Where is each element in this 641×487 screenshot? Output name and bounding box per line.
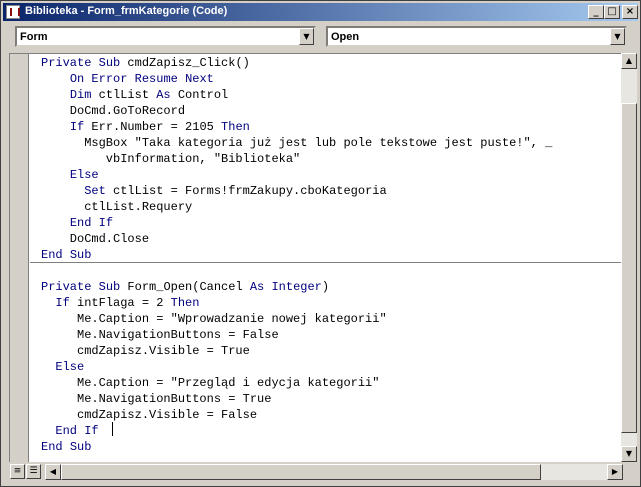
scroll-down-icon[interactable]: ▼: [621, 446, 637, 462]
bottom-bar: ≡ ☰ ◀ ▶: [9, 463, 637, 481]
vertical-scrollbar[interactable]: ▲ ▼: [621, 53, 637, 462]
code-line[interactable]: DoCmd.Close: [41, 231, 149, 247]
close-button[interactable]: ×: [622, 5, 638, 19]
access-module-icon: [6, 5, 20, 19]
code-line[interactable]: Me.NavigationButtons = True: [41, 391, 271, 407]
window-title: Biblioteka - Form_frmKategorie (Code): [25, 5, 228, 17]
code-line[interactable]: Else: [41, 167, 99, 183]
code-editor[interactable]: Private Sub cmdZapisz_Click() On Error R…: [9, 53, 621, 462]
margin-indicator-bar[interactable]: [10, 54, 29, 462]
code-line[interactable]: If Err.Number = 2105 Then: [41, 119, 250, 135]
code-line[interactable]: If intFlaga = 2 Then: [41, 295, 199, 311]
vba-code-window: Biblioteka - Form_frmKategorie (Code) _ …: [0, 0, 641, 487]
procedure-combo[interactable]: Open ▼: [326, 26, 627, 47]
code-line[interactable]: Me.NavigationButtons = False: [41, 327, 279, 343]
procedure-separator: [30, 262, 621, 263]
procedure-combo-value: Open: [331, 31, 360, 43]
code-line[interactable]: Private Sub Form_Open(Cancel As Integer): [41, 279, 329, 295]
code-line[interactable]: End If: [41, 423, 98, 439]
code-line[interactable]: cmdZapisz.Visible = False: [41, 407, 257, 423]
code-line[interactable]: DoCmd.GoToRecord: [41, 103, 185, 119]
procedure-view-button[interactable]: ≡: [10, 464, 25, 479]
code-line[interactable]: cmdZapisz.Visible = True: [41, 343, 250, 359]
chevron-down-icon[interactable]: ▼: [299, 28, 314, 45]
object-combo[interactable]: Form ▼: [15, 26, 316, 47]
title-bar[interactable]: Biblioteka - Form_frmKategorie (Code) _ …: [3, 3, 638, 21]
vertical-scroll-thumb[interactable]: [621, 103, 637, 433]
minimize-button[interactable]: _: [588, 5, 604, 19]
full-module-view-button[interactable]: ☰: [26, 464, 41, 479]
scroll-right-icon[interactable]: ▶: [607, 464, 623, 480]
scroll-left-icon[interactable]: ◀: [45, 464, 61, 480]
code-line[interactable]: Dim ctlList As Control: [41, 87, 228, 103]
code-line[interactable]: MsgBox "Taka kategoria już jest lub pole…: [41, 135, 552, 151]
code-line[interactable]: Private Sub cmdZapisz_Click(): [41, 55, 250, 71]
horizontal-scroll-thumb[interactable]: [61, 464, 541, 480]
code-line[interactable]: Me.Caption = "Przegląd i edycja kategori…: [41, 375, 379, 391]
object-combo-value: Form: [20, 31, 48, 43]
chevron-down-icon[interactable]: ▼: [610, 28, 625, 45]
code-line[interactable]: Me.Caption = "Wprowadzanie nowej kategor…: [41, 311, 387, 327]
code-line[interactable]: ctlList.Requery: [41, 199, 192, 215]
code-line[interactable]: vbInformation, "Biblioteka": [41, 151, 300, 167]
code-line[interactable]: Else: [41, 359, 84, 375]
text-cursor: [112, 422, 113, 436]
code-line[interactable]: End Sub: [41, 439, 91, 455]
code-line[interactable]: On Error Resume Next: [41, 71, 214, 87]
maximize-button[interactable]: □: [604, 5, 620, 19]
horizontal-scrollbar[interactable]: ◀ ▶: [45, 464, 623, 480]
code-line[interactable]: End If: [41, 215, 113, 231]
scroll-up-icon[interactable]: ▲: [621, 53, 637, 69]
code-line[interactable]: Set ctlList = Forms!frmZakupy.cboKategor…: [41, 183, 386, 199]
code-line[interactable]: End Sub: [41, 247, 91, 263]
